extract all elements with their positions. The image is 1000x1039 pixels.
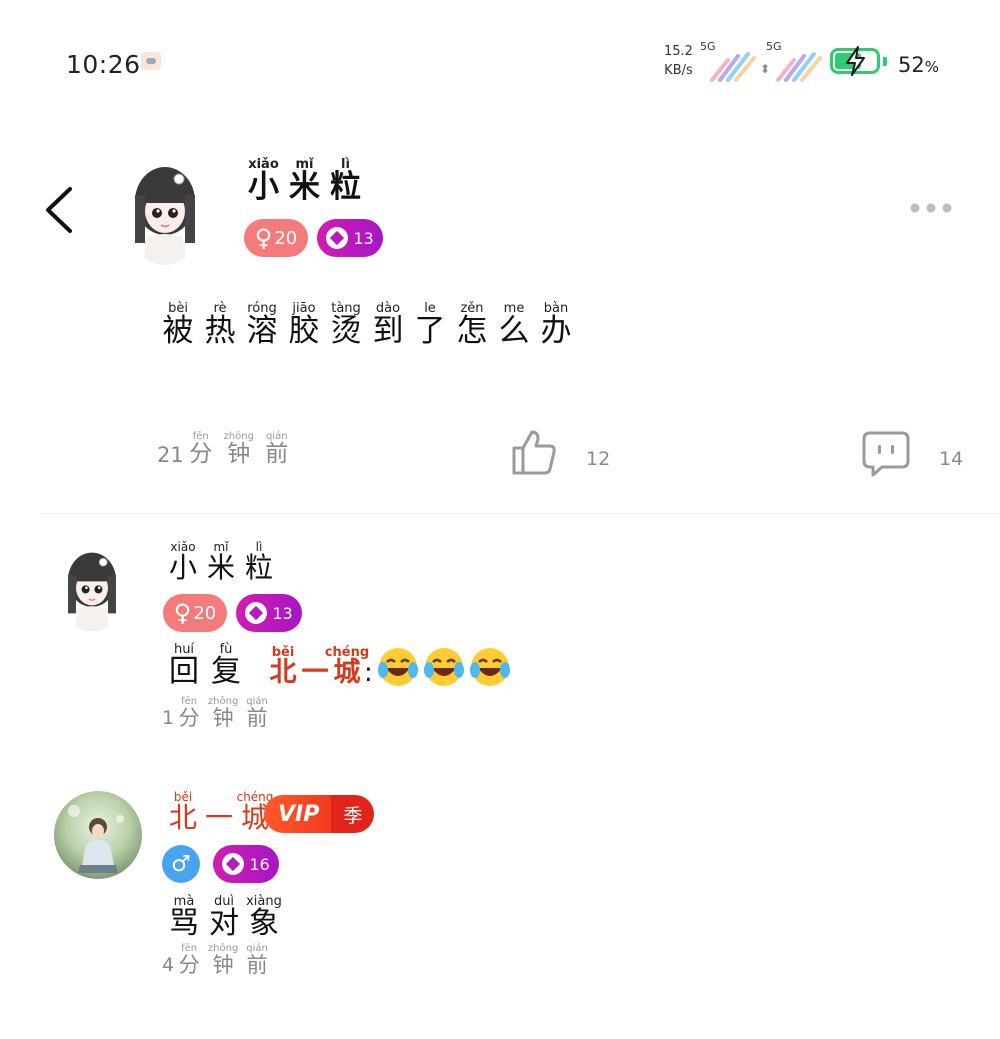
- network-speed-value: 15.2: [664, 44, 693, 59]
- time-number: 1: [162, 707, 175, 730]
- author-avatar[interactable]: [125, 155, 205, 265]
- content-char: bàn 办: [540, 301, 572, 349]
- laughing-crying-emoji-icon: [469, 647, 510, 686]
- content-char: róng 溶: [246, 301, 278, 349]
- level-value: 13: [353, 228, 374, 248]
- reply-target-name[interactable]: běi 北 一 chéng 城: [268, 645, 370, 689]
- time-char: qián 前: [265, 431, 289, 467]
- name-char: xiǎo 小: [248, 157, 279, 205]
- reply-author-name[interactable]: běi 北 一 chéng 城: [166, 790, 273, 834]
- laughing-crying-emoji-icon: [377, 647, 418, 686]
- content-char: jiāo 胶: [288, 301, 320, 349]
- divider: [40, 513, 1000, 514]
- level-badge: 13: [317, 219, 383, 257]
- time-char: zhōng 钟: [207, 696, 239, 730]
- boy-avatar-image: [54, 791, 142, 879]
- comment-count: 14: [939, 448, 964, 470]
- time-number: 4: [162, 954, 175, 977]
- battery-percent-value: 52: [898, 53, 925, 77]
- content-char: duì 对: [209, 894, 239, 941]
- notification-icon: [141, 52, 161, 70]
- reply-prefix-char: huí 回: [169, 642, 199, 689]
- time-char: qián 前: [246, 943, 268, 977]
- male-badge: ♂: [162, 845, 200, 883]
- network-speed-unit: KB/s: [664, 63, 693, 78]
- reply-timestamp: 1 fēn 分 zhōng 钟 qián 前: [162, 696, 272, 730]
- author-name[interactable]: xiǎo 小 mǐ 米 lì 粒: [248, 158, 361, 204]
- female-icon: ♀: [173, 599, 192, 627]
- name-char: xiǎo 小: [168, 540, 197, 584]
- post-timestamp: 21 fēn 分 zhōng 钟 qián 前: [157, 431, 294, 468]
- comment-icon[interactable]: [861, 430, 911, 478]
- time-char: qián 前: [246, 696, 268, 730]
- vip-season-badge[interactable]: VIP 季: [264, 795, 375, 833]
- name-char: lì 粒: [330, 157, 361, 205]
- content-char: bèi 被: [162, 301, 194, 349]
- data-transfer-icon: ⬍: [760, 62, 771, 76]
- name-char: mǐ 米: [289, 157, 320, 205]
- level-badge: 13: [236, 594, 302, 632]
- reply-avatar[interactable]: [54, 791, 142, 879]
- gem-icon: [222, 853, 245, 875]
- time-char: fēn 分: [189, 431, 213, 467]
- time-char: fēn 分: [178, 696, 200, 730]
- reply-prefix-char: fù 复: [211, 642, 241, 689]
- vip-label: VIP: [264, 795, 332, 833]
- level-badge: 16: [213, 845, 279, 883]
- male-icon: ♂: [171, 851, 191, 877]
- signal-strength-icon: [710, 52, 756, 82]
- target-char: 一: [301, 657, 329, 689]
- level-value: 13: [272, 603, 293, 623]
- status-time: 10:26: [66, 50, 141, 79]
- battery-percent-sign: %: [924, 58, 939, 76]
- battery-percent: 52%: [898, 53, 939, 77]
- content-char: dào 到: [372, 301, 404, 349]
- reply-colon: :: [364, 658, 373, 689]
- girl-avatar-image: [135, 167, 195, 265]
- time-char: zhōng 钟: [207, 943, 239, 977]
- content-char: xiàng 象: [246, 894, 282, 941]
- time-char: zhōng 钟: [223, 431, 254, 467]
- content-char: mà 骂: [169, 894, 199, 941]
- reply-author-name[interactable]: xiǎo 小 mǐ 米 lì 粒: [166, 541, 276, 582]
- content-char: le 了: [414, 301, 446, 349]
- signal-strength-icon: [776, 52, 822, 82]
- battery-tip: [883, 57, 887, 66]
- vip-season-label: 季: [331, 795, 375, 833]
- age-value: 20: [193, 602, 217, 624]
- age-value: 20: [274, 227, 298, 249]
- network-speed: 15.2 KB/s: [664, 42, 693, 80]
- laughing-crying-emoji-icon: [423, 647, 464, 686]
- name-char: běi 北: [168, 790, 197, 834]
- reply-avatar[interactable]: [60, 542, 124, 632]
- content-char: zěn 怎: [456, 301, 488, 349]
- female-icon: ♀: [254, 224, 273, 252]
- name-char: mǐ 米: [206, 540, 235, 584]
- reply-content: huí 回 fù 复 běi 北 一 chéng 城 :: [166, 643, 511, 688]
- name-char: 一: [204, 801, 233, 834]
- time-char: fēn 分: [178, 943, 200, 977]
- target-char: běi 北: [269, 645, 297, 689]
- female-age-badge: ♀ 20: [163, 594, 227, 632]
- reply-timestamp: 4 fēn 分 zhōng 钟 qián 前: [162, 943, 272, 977]
- level-value: 16: [249, 854, 270, 874]
- post-content: bèi 被 rè 热 róng 溶 jiāo 胶 tàng 烫 dào 到 le 了 zěn 怎…: [158, 302, 576, 348]
- like-icon[interactable]: [510, 428, 558, 476]
- back-arrow-icon[interactable]: [40, 185, 80, 235]
- gem-icon: [245, 602, 268, 624]
- content-char: me 么: [498, 301, 530, 349]
- female-age-badge: ♀ 20: [244, 219, 308, 257]
- time-number: 21: [157, 443, 184, 468]
- more-options-icon[interactable]: [908, 201, 954, 215]
- girl-avatar-image: [68, 552, 116, 631]
- reply-content: mà 骂 duì 对 xiàng 象: [166, 895, 282, 940]
- target-char: chéng 城: [324, 645, 370, 689]
- content-char: tàng 烫: [330, 301, 362, 349]
- like-count: 12: [586, 448, 611, 470]
- name-char: lì 粒: [244, 540, 273, 584]
- charging-icon: [846, 46, 865, 76]
- gem-icon: [326, 227, 349, 249]
- content-char: rè 热: [204, 301, 236, 349]
